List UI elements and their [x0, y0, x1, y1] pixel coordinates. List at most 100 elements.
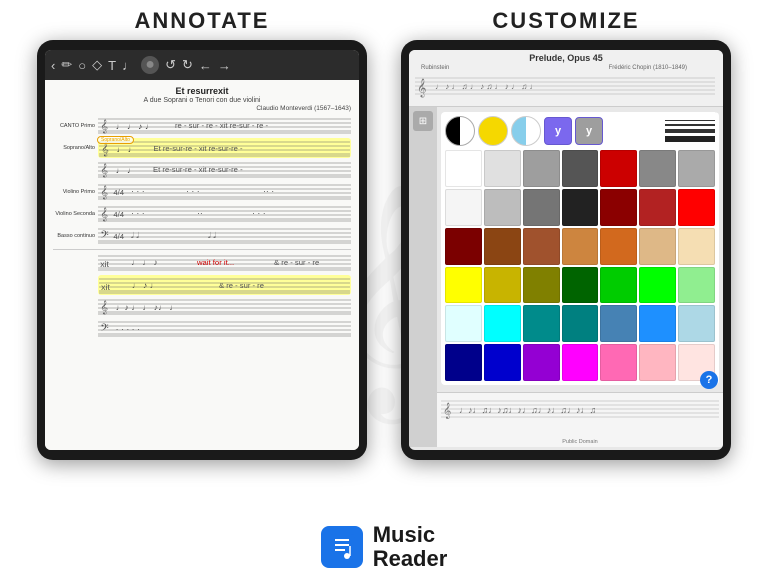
color-swatch[interactable] — [562, 267, 599, 304]
line-samples — [665, 120, 715, 142]
color-swatch[interactable] — [639, 189, 676, 226]
svg-text:𝄞: 𝄞 — [100, 164, 108, 178]
color-swatch[interactable] — [484, 344, 521, 381]
color-swatch[interactable] — [484, 150, 521, 187]
color-swatch[interactable] — [639, 305, 676, 342]
color-swatch[interactable] — [484, 305, 521, 342]
color-swatch[interactable] — [600, 189, 637, 226]
customize-tablet: Prelude, Opus 45 Rubinstein Frédéric Cho… — [401, 40, 731, 460]
color-swatch[interactable] — [600, 305, 637, 342]
color-circle-bw[interactable] — [445, 116, 475, 146]
color-swatch[interactable] — [445, 267, 482, 304]
color-swatch[interactable] — [562, 305, 599, 342]
color-swatch[interactable] — [484, 267, 521, 304]
svg-text:𝄞: 𝄞 — [443, 402, 451, 419]
bottom-branding: Music Reader — [321, 515, 448, 576]
svg-text:♩ ♪ ♩ ♫ ♩ ♪ ♫ ♩ ♪ ♩ ♫ ♩: ♩ ♪ ♩ ♫ ♩ ♪ ♫ ♩ ♪ ♩ ♫ ♩ — [435, 82, 537, 91]
second-section-row1: xit ♩ ♩ ♪ wait for it... & re - sur - re — [53, 253, 351, 273]
svg-text:· · ·: · · · — [186, 186, 200, 196]
customize-bottom-staff: 𝄞 ♩♪♩♫♩♪♫♩♪♩♫♩♪♩♫♩♪♩♫ — [441, 395, 719, 433]
highlight-icon[interactable]: ◇ — [92, 57, 102, 73]
color-swatch[interactable] — [523, 305, 560, 342]
color-swatch[interactable] — [562, 228, 599, 265]
svg-text:·· ·: ·· · — [263, 186, 274, 196]
music-icon[interactable]: ♩ — [122, 58, 135, 73]
sheet-music-area: Et resurrexit A due Soprani o Tenori con… — [45, 80, 359, 450]
svg-text:· · ·: · · · — [131, 186, 145, 196]
color-swatch[interactable] — [678, 305, 715, 342]
help-button[interactable]: ? — [700, 371, 718, 389]
color-swatch[interactable] — [600, 150, 637, 187]
color-swatch[interactable] — [523, 150, 560, 187]
line-thickest[interactable] — [665, 136, 715, 142]
y-button-gray[interactable]: y — [575, 117, 603, 145]
svg-text:𝄞: 𝄞 — [417, 79, 426, 98]
svg-text:𝄞: 𝄞 — [100, 186, 108, 200]
redo-icon[interactable]: ↻ — [182, 57, 193, 73]
color-swatch[interactable] — [523, 344, 560, 381]
color-swatch[interactable] — [678, 228, 715, 265]
svg-text:𝅗𝅥 𝅗𝅥: 𝅗𝅥 𝅗𝅥 — [208, 230, 217, 240]
brand-logo — [321, 526, 363, 568]
svg-text:♩ ♩: ♩ ♩ — [116, 144, 136, 154]
color-swatch[interactable] — [678, 150, 715, 187]
color-swatch[interactable] — [562, 150, 599, 187]
color-swatch[interactable] — [484, 228, 521, 265]
color-circle-lightblue[interactable] — [511, 116, 541, 146]
svg-text:· · · · ·: · · · · · — [116, 324, 140, 334]
second-section-row2: 𝄞 ♩♪ ♩ ♩ ♪♩ ♩ — [53, 297, 351, 317]
y-button-purple[interactable]: y — [544, 117, 572, 145]
text-icon[interactable]: T — [108, 58, 116, 73]
grid-view-button[interactable]: ⊞ — [413, 111, 433, 131]
color-swatch[interactable] — [639, 228, 676, 265]
svg-text:4/4: 4/4 — [113, 210, 124, 219]
brand-logo-icon — [327, 532, 357, 562]
color-swatch[interactable] — [445, 305, 482, 342]
color-swatch[interactable] — [639, 150, 676, 187]
annotate-title: ANNOTATE — [135, 8, 270, 34]
staff-lines-2: 𝄞 ♩ ♩ Et re-sur-re - xit re-sur-re - — [98, 160, 351, 180]
color-swatch[interactable] — [445, 150, 482, 187]
arrow-right-icon[interactable]: → — [218, 58, 231, 73]
line-thin[interactable] — [665, 120, 715, 121]
color-circle-yellow[interactable] — [478, 116, 508, 146]
svg-text:4/4: 4/4 — [113, 188, 124, 197]
color-swatch[interactable] — [445, 344, 482, 381]
color-swatch[interactable] — [600, 228, 637, 265]
color-swatch[interactable] — [523, 189, 560, 226]
pencil-icon[interactable]: ✏ — [61, 57, 72, 73]
customize-score-subtitle: Rubinstein — [421, 65, 449, 71]
color-swatch[interactable] — [678, 189, 715, 226]
color-swatch[interactable] — [639, 344, 676, 381]
color-swatch[interactable] — [600, 344, 637, 381]
color-swatch[interactable] — [562, 189, 599, 226]
customize-bottom-sheet: 𝄞 ♩♪♩♫♩♪♫♩♪♩♫♩♪♩♫♩♪♩♫ Public Domain — [437, 392, 723, 447]
svg-text:𝄢: 𝄢 — [100, 230, 108, 243]
arrow-left-icon[interactable]: ← — [199, 58, 212, 73]
color-swatch[interactable] — [523, 228, 560, 265]
color-swatch[interactable] — [445, 228, 482, 265]
color-swatch[interactable] — [639, 267, 676, 304]
back-icon[interactable]: ‹ — [51, 58, 55, 73]
svg-text:& re - sur - re: & re - sur - re — [219, 281, 264, 290]
color-swatch[interactable] — [562, 344, 599, 381]
line-medium[interactable] — [665, 124, 715, 126]
svg-text:wait for it...: wait for it... — [196, 258, 234, 267]
color-swatch[interactable] — [445, 189, 482, 226]
svg-text:· · ·: · · · — [131, 208, 145, 218]
brush-icon[interactable]: ○ — [78, 58, 86, 73]
sheet-subtitle: A due Soprani o Tenori con due violini — [53, 97, 351, 104]
color-swatch[interactable] — [678, 267, 715, 304]
color-swatch[interactable] — [523, 267, 560, 304]
color-swatch[interactable] — [600, 267, 637, 304]
customize-sheet-header: Prelude, Opus 45 Rubinstein Frédéric Cho… — [409, 50, 723, 107]
color-swatch[interactable] — [484, 189, 521, 226]
svg-text:♩♪ ♩ ♩ ♪♩ ♩: ♩♪ ♩ ♩ ♪♩ ♩ — [116, 302, 178, 312]
svg-text:𝄢: 𝄢 — [100, 323, 108, 336]
annotate-tablet: ‹ ✏ ○ ◇ T ♩ ● ↺ ↻ ← → Et resurrexit A du… — [37, 40, 367, 460]
line-thick[interactable] — [665, 129, 715, 133]
circle-tool-icon[interactable]: ● — [141, 56, 159, 74]
undo-icon[interactable]: ↺ — [165, 57, 176, 73]
top-section: ANNOTATE ‹ ✏ ○ ◇ T ♩ ● ↺ ↻ ← → — [0, 0, 768, 515]
customize-score-title: Prelude, Opus 45 — [415, 53, 717, 63]
